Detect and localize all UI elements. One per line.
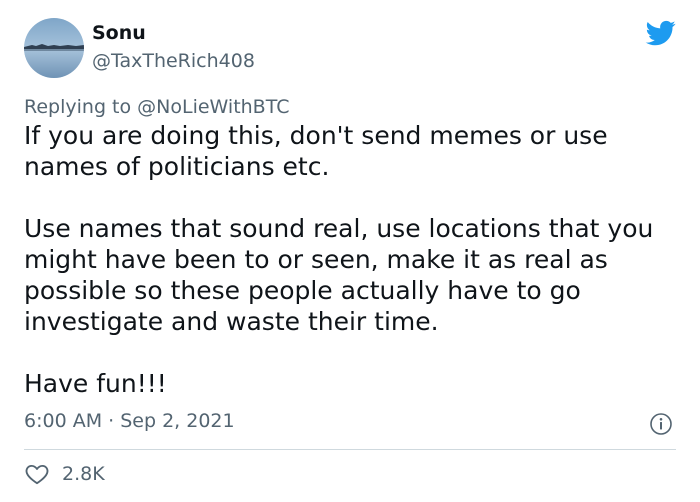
info-icon[interactable] [649, 412, 673, 436]
avatar[interactable] [24, 18, 84, 78]
heart-icon[interactable] [24, 461, 50, 487]
twitter-bird-icon[interactable] [644, 18, 678, 48]
tweet-paragraph: Have fun!!! [24, 369, 167, 398]
like-count: 2.8K [62, 463, 105, 485]
tweet-card: Sonu @TaxTheRich408 Replying to @NoLieWi… [0, 0, 700, 502]
tweet-paragraph: If you are doing this, don't send memes … [24, 121, 608, 181]
reply-mention-link[interactable]: @NoLieWithBTC [137, 96, 289, 118]
replying-prefix: Replying to [24, 96, 138, 118]
like-button[interactable]: 2.8K [24, 460, 105, 488]
user-handle[interactable]: @TaxTheRich408 [92, 50, 255, 72]
tweet-paragraph: Use names that sound real, use locations… [24, 214, 654, 336]
display-name[interactable]: Sonu [92, 22, 146, 44]
replying-to: Replying to @NoLieWithBTC [24, 96, 289, 118]
tweet-text: If you are doing this, don't send memes … [24, 120, 684, 399]
divider [24, 449, 676, 450]
tweet-timestamp[interactable]: 6:00 AM · Sep 2, 2021 [24, 410, 235, 432]
